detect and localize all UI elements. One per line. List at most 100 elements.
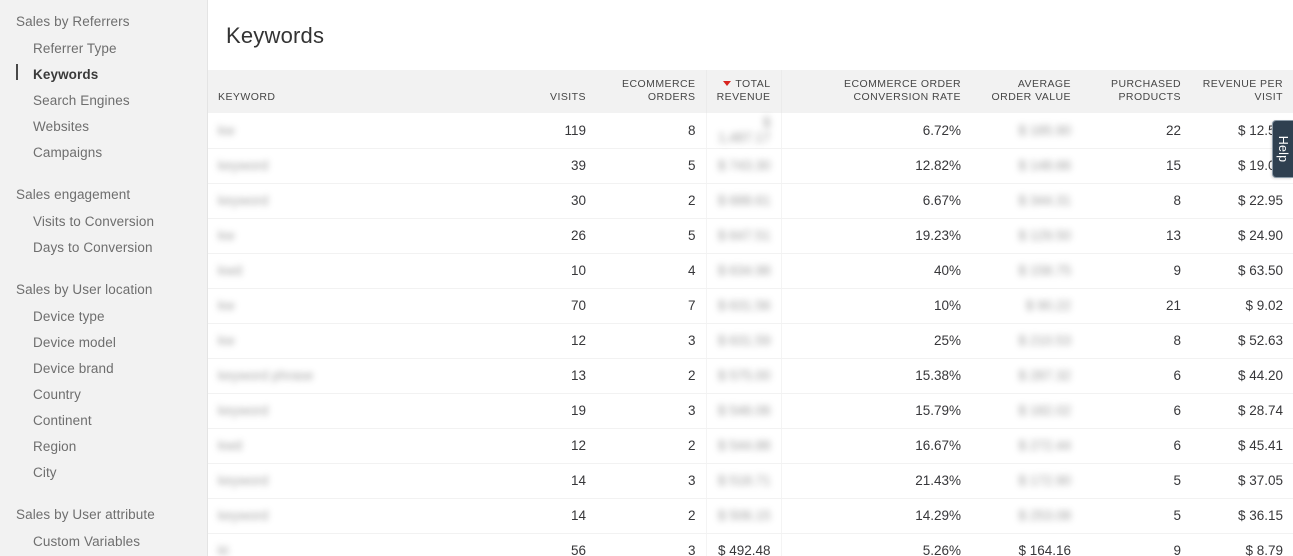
cell-avg-order-value: $ 287.32 — [971, 358, 1081, 394]
cell-value: 3 — [687, 403, 696, 418]
column-header-total-revenue[interactable]: TOTAL REVENUE — [705, 70, 782, 113]
keywords-table-container: KEYWORD VISITS ECOMMERCE ORDERS TOTAL REVEN… — [208, 70, 1293, 556]
cell-value: $ 37.05 — [1237, 473, 1283, 488]
sidebar-item-referrer-type[interactable]: Referrer Type — [0, 35, 207, 61]
sidebar-item-label: Search Engines — [33, 92, 130, 108]
table-row[interactable]: keyword phrase 13 2 $ 575.00 15.38% $ 287.32 6… — [208, 358, 1293, 394]
cell-revenue-per-visit: $ 37.05 — [1191, 463, 1293, 499]
cell-value: kwd — [218, 438, 243, 453]
cell-conversion-rate: 6.67% — [781, 183, 971, 219]
keywords-table: KEYWORD VISITS ECOMMERCE ORDERS TOTAL REVEN… — [208, 70, 1293, 556]
cell-orders: 3 — [596, 533, 706, 556]
table-row[interactable]: keyword 14 2 $ 506.15 14.29% $ 253.08 5 $ 36.15 — [208, 498, 1293, 534]
cell-revenue-per-visit: $ 63.50 — [1191, 253, 1293, 289]
column-header-ecommerce-orders[interactable]: ECOMMERCE ORDERS — [596, 70, 706, 113]
cell-conversion-rate: 25% — [781, 323, 971, 359]
page-title: Keywords — [226, 23, 325, 48]
sidebar-item-custom-variables[interactable]: Custom Variables — [0, 528, 207, 554]
cell-value: 8 — [687, 122, 696, 138]
sidebar-item-days-to-conversion[interactable]: Days to Conversion — [0, 234, 207, 260]
cell-value: kw — [218, 122, 235, 138]
sidebar-item-country[interactable]: Country — [0, 381, 207, 407]
cell-avg-order-value: $ 90.22 — [971, 288, 1081, 324]
cell-total-revenue: $ 743.30 — [705, 148, 782, 184]
cell-value: keyword — [218, 193, 269, 208]
sidebar-item-visits-to-conversion[interactable]: Visits to Conversion — [0, 208, 207, 234]
cell-value: keyword — [218, 508, 269, 523]
cell-value: 6 — [1173, 368, 1181, 383]
cell-purchased-products: 8 — [1081, 323, 1191, 359]
app-root: Sales by Referrers Referrer Type Keywords S… — [0, 0, 1293, 556]
help-tab-label: Help — [1276, 135, 1290, 163]
table-row[interactable]: kwd 12 2 $ 544.88 16.67% $ 272.44 6 $ 45.41 — [208, 428, 1293, 464]
cell-value: $ 634.98 — [717, 263, 771, 278]
cell-purchased-products: 5 — [1081, 498, 1191, 534]
cell-value: 21.43% — [915, 473, 961, 488]
cell-value: $ 8.79 — [1245, 543, 1283, 556]
sidebar-item-device-brand[interactable]: Device brand — [0, 355, 207, 381]
table-row[interactable]: keyword 30 2 $ 688.61 6.67% $ 344.31 8 $ 22.95 — [208, 183, 1293, 219]
cell-visits: 19 — [496, 393, 596, 429]
cell-purchased-products: 13 — [1081, 218, 1191, 254]
cell-visits: 30 — [496, 183, 596, 219]
cell-keyword: kw — [208, 288, 496, 324]
cell-value: $ 253.08 — [1018, 508, 1071, 523]
sidebar-item-campaigns[interactable]: Campaigns — [0, 139, 207, 165]
column-header-keyword[interactable]: KEYWORD — [208, 70, 496, 113]
cell-keyword: kw — [208, 113, 496, 149]
cell-orders: 3 — [596, 463, 706, 499]
sidebar-item-device-model[interactable]: Device model — [0, 329, 207, 355]
table-row[interactable]: kt 56 3 $ 492.48 5.26% $ 164.16 9 $ 8.79 — [208, 533, 1293, 556]
cell-value: 5 — [1173, 508, 1181, 523]
column-header-revenue-per-visit[interactable]: REVENUE PER VISIT — [1191, 70, 1293, 113]
cell-conversion-rate: 16.67% — [781, 428, 971, 464]
cell-value: 10 — [570, 263, 586, 278]
cell-orders: 8 — [596, 113, 706, 149]
cell-value: kt — [218, 543, 229, 556]
cell-avg-order-value: $ 158.75 — [971, 253, 1081, 289]
table-row[interactable]: keyword 39 5 $ 743.30 12.82% $ 148.66 15 $ 19.0… — [208, 148, 1293, 184]
sidebar-item-search-engines[interactable]: Search Engines — [0, 87, 207, 113]
sidebar-item-city[interactable]: City — [0, 459, 207, 485]
sidebar-item-keywords[interactable]: Keywords — [0, 61, 207, 87]
cell-visits: 119 — [496, 113, 596, 149]
cell-value: 22 — [1165, 122, 1181, 138]
column-header-ecommerce-order-conversion-rate[interactable]: ECOMMERCE ORDER CONVERSION RATE — [781, 70, 971, 113]
table-row[interactable]: kw 26 5 $ 647.51 19.23% $ 129.50 13 $ 24.90 — [208, 218, 1293, 254]
table-row[interactable]: kwd 10 4 $ 634.98 40% $ 158.75 9 $ 63.50 — [208, 253, 1293, 289]
cell-orders: 2 — [596, 428, 706, 464]
cell-value: keyword — [218, 158, 269, 173]
column-header-visits[interactable]: VISITS — [496, 70, 596, 113]
cell-value: keyword phrase — [218, 368, 314, 383]
cell-value: 12.82% — [915, 158, 961, 173]
cell-total-revenue: $ 575.00 — [705, 358, 782, 394]
sidebar-item-device-type[interactable]: Device type — [0, 303, 207, 329]
cell-value: 5 — [687, 228, 696, 243]
cell-value: kwd — [218, 263, 243, 278]
sidebar-group-title: Sales by Referrers — [16, 14, 130, 29]
table-row[interactable]: kw 70 7 $ 631.56 10% $ 90.22 21 $ 9.02 — [208, 288, 1293, 324]
table-row[interactable]: kw 119 8 $ 1,487.17 6.72% $ 185.90 22 $ 12.50 — [208, 113, 1293, 149]
cell-value: $ 287.32 — [1018, 368, 1071, 383]
column-header-label: VISITS — [550, 90, 586, 103]
help-tab-button[interactable]: Help — [1272, 120, 1293, 178]
sidebar-item-websites[interactable]: Websites — [0, 113, 207, 139]
sidebar-item-continent[interactable]: Continent — [0, 407, 207, 433]
sidebar-item-region[interactable]: Region — [0, 433, 207, 459]
cell-visits: 10 — [496, 253, 596, 289]
column-header-purchased-products[interactable]: PURCHASED PRODUCTS — [1081, 70, 1191, 113]
cell-orders: 7 — [596, 288, 706, 324]
cell-value: $ 28.74 — [1237, 403, 1283, 418]
cell-value: kw — [218, 228, 235, 243]
cell-value: $ 36.15 — [1237, 508, 1283, 523]
cell-purchased-products: 6 — [1081, 428, 1191, 464]
sidebar-group: Sales by User location Device type Device … — [0, 276, 207, 485]
cell-value: $ 148.66 — [1018, 158, 1071, 173]
cell-total-revenue: $ 544.88 — [705, 428, 782, 464]
column-header-average-order-value[interactable]: AVERAGE ORDER VALUE — [971, 70, 1081, 113]
cell-value: 21 — [1165, 298, 1181, 313]
table-row[interactable]: keyword 14 3 $ 518.71 21.43% $ 172.90 5 $ 37.05 — [208, 463, 1293, 499]
table-row[interactable]: kw 12 3 $ 631.59 25% $ 210.53 8 $ 52.63 — [208, 323, 1293, 359]
table-row[interactable]: keyword 19 3 $ 546.06 15.79% $ 182.02 6 $ 28.74 — [208, 393, 1293, 429]
